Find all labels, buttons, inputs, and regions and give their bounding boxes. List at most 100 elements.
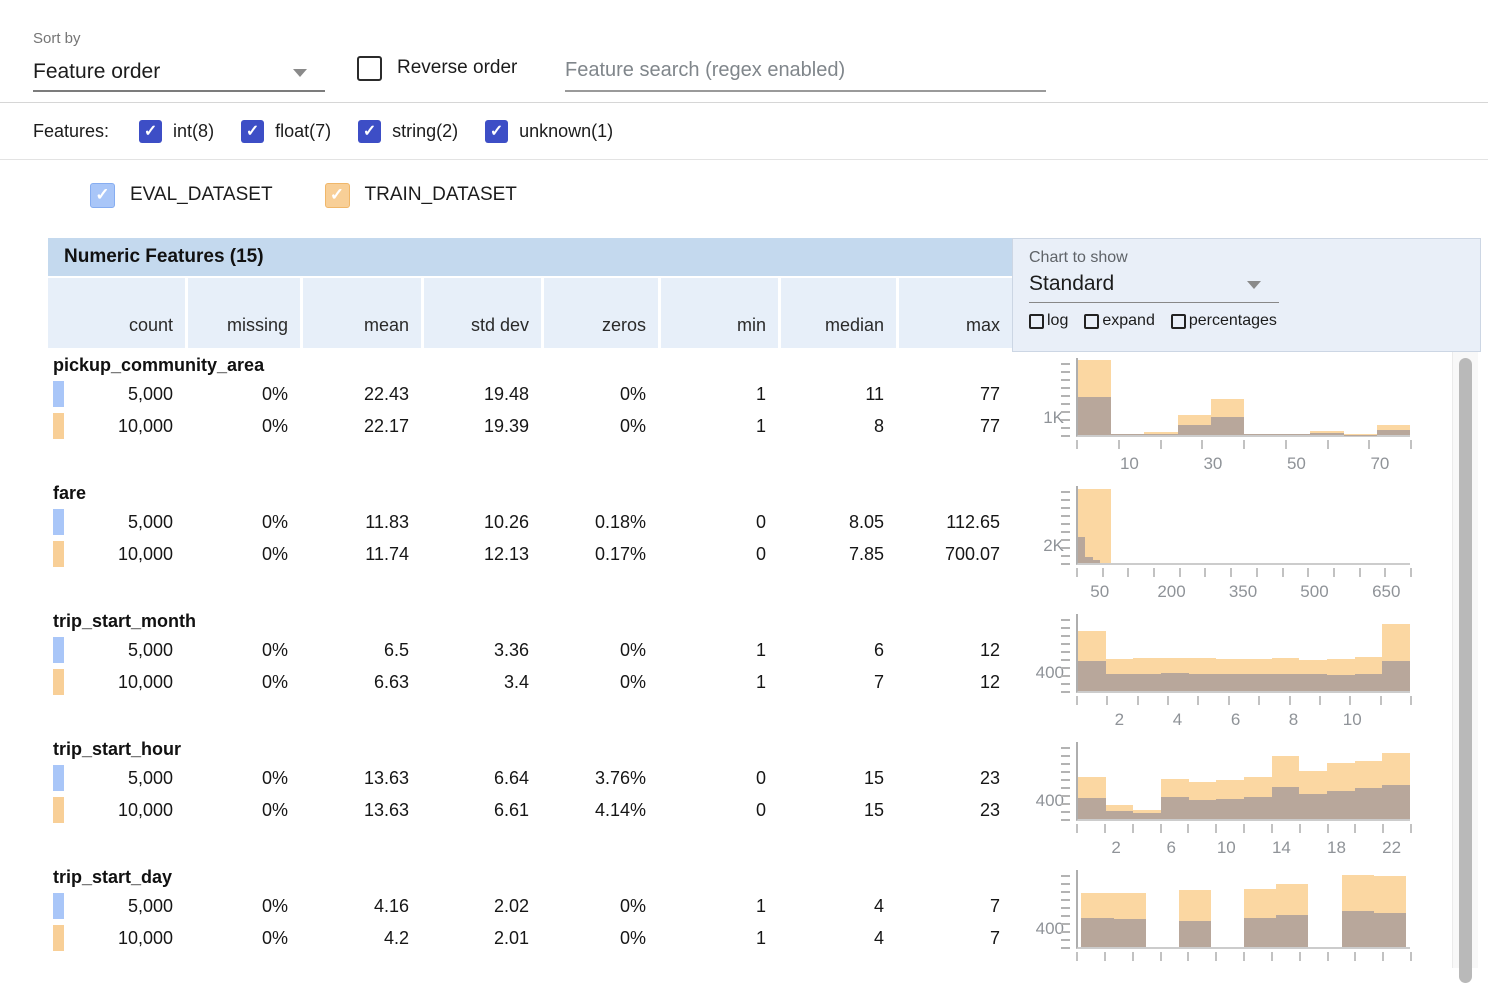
x-tick-label: 70: [1370, 454, 1389, 474]
feature-type-filterbar: Features: ✓ int(8) ✓ float(7) ✓ string(2…: [0, 103, 1488, 160]
stat-cell: 112.65: [896, 506, 1012, 538]
sort-by-dropdown[interactable]: Feature order: [33, 56, 325, 92]
stat-cell: 10,000: [48, 410, 185, 442]
histogram-bar-eval: [1216, 674, 1244, 691]
stat-cell: 4.14%: [541, 794, 658, 826]
stat-cell: 23: [896, 762, 1012, 794]
x-tick: [1215, 952, 1217, 961]
stat-cell: 10.26: [421, 506, 541, 538]
stat-cell: 5,000: [48, 890, 185, 922]
stat-cell: 700.07: [896, 538, 1012, 570]
x-tick: [1359, 568, 1361, 577]
x-tick: [1204, 568, 1206, 577]
vertical-scrollbar-thumb[interactable]: [1459, 358, 1472, 983]
feature-block: pickup_community_area 5,0000%22.4319.480…: [48, 352, 1452, 480]
stat-cell: 3.36: [421, 634, 541, 666]
table-row-eval: 5,0000%6.53.360%1612: [48, 634, 1012, 666]
x-tick: [1410, 568, 1412, 577]
train-dataset-marker: [53, 797, 64, 823]
column-header-row: countmissingmeanstd devzerosminmedianmax: [48, 278, 1012, 348]
feature-stats: fare 5,0000%11.8310.260.18%08.05112.65 1…: [48, 480, 1012, 608]
feature-histogram: 1K 10305070: [1012, 352, 1452, 480]
column-header: std dev: [421, 278, 541, 348]
train-dataset-marker: [53, 541, 64, 567]
eval-dataset-toggle[interactable]: ✓ EVAL_DATASET: [90, 183, 273, 208]
histogram-bar-eval: [1327, 791, 1355, 819]
stat-cell: 4: [778, 922, 896, 954]
toolbar: Sort by Feature order Reverse order: [0, 0, 1488, 103]
histogram-bar-eval: [1382, 785, 1410, 819]
x-tick: [1160, 440, 1162, 449]
histogram-bar-eval: [1377, 430, 1410, 435]
column-header: zeros: [541, 278, 658, 348]
log-checkbox[interactable]: [1029, 314, 1044, 329]
float-checkbox[interactable]: ✓: [241, 120, 264, 143]
string-checkbox[interactable]: ✓: [358, 120, 381, 143]
chart-type-dropdown[interactable]: Standard: [1029, 269, 1279, 303]
table-row-train: 10,0000%6.633.40%1712: [48, 666, 1012, 698]
unknown-checkbox[interactable]: ✓: [485, 120, 508, 143]
sort-by-label: Sort by: [33, 30, 81, 47]
x-tick: [1384, 568, 1386, 577]
table-title: Numeric Features (15): [64, 246, 264, 268]
log-option[interactable]: log: [1029, 312, 1068, 330]
x-tick: [1104, 824, 1106, 833]
feature-histogram: 400 2610141822: [1012, 736, 1452, 864]
stat-cell: 4.2: [300, 922, 421, 954]
histogram-bar-eval: [1133, 813, 1161, 819]
percentages-option[interactable]: percentages: [1171, 312, 1277, 330]
x-tick-label: 30: [1203, 454, 1222, 474]
stat-cell: 7: [896, 890, 1012, 922]
histogram-bar-eval: [1078, 537, 1085, 563]
y-axis-label: 400: [1012, 790, 1064, 812]
x-tick: [1106, 696, 1108, 705]
eval-dataset-marker: [53, 765, 64, 791]
stat-cell: 11: [778, 378, 896, 410]
train-dataset-toggle[interactable]: ✓ TRAIN_DATASET: [325, 183, 517, 208]
x-tick: [1271, 952, 1273, 961]
x-tick: [1243, 952, 1245, 961]
histogram-bar-eval: [1277, 434, 1310, 435]
vertical-scrollbar-track[interactable]: [1452, 352, 1478, 968]
expand-checkbox[interactable]: [1084, 314, 1099, 329]
reverse-order-checkbox[interactable]: [357, 56, 382, 81]
feature-stats: pickup_community_area 5,0000%22.4319.480…: [48, 352, 1012, 480]
table-row-eval: 5,0000%4.162.020%147: [48, 890, 1012, 922]
feature-name: trip_start_month: [48, 608, 1012, 634]
int-checkbox[interactable]: ✓: [139, 120, 162, 143]
x-tick-label: 50: [1090, 582, 1109, 602]
train-dataset-marker: [53, 413, 64, 439]
filter-float[interactable]: ✓ float(7): [241, 120, 331, 143]
x-tick: [1187, 824, 1189, 833]
table-title-band: Numeric Features (15): [48, 238, 1012, 278]
histogram-bar-eval: [1189, 800, 1217, 819]
stat-cell: 5,000: [48, 378, 185, 410]
x-tick: [1104, 952, 1106, 961]
stat-cell: 0%: [541, 890, 658, 922]
stat-cell: 12.13: [421, 538, 541, 570]
stat-cell: 0.18%: [541, 506, 658, 538]
dataset-togglebar: ✓ EVAL_DATASET ✓ TRAIN_DATASET: [0, 160, 1488, 230]
filter-unknown[interactable]: ✓ unknown(1): [485, 120, 613, 143]
histogram-bar-eval: [1114, 919, 1146, 947]
train-dataset-checkbox[interactable]: ✓: [325, 183, 350, 208]
histogram-bar-eval: [1179, 921, 1211, 947]
x-tick: [1368, 440, 1370, 449]
stat-cell: 22.17: [300, 410, 421, 442]
y-axis-ticks: [1061, 870, 1070, 949]
x-tick: [1349, 696, 1351, 705]
table-row-train: 10,0000%22.1719.390%1877: [48, 410, 1012, 442]
histogram-bar-eval: [1216, 799, 1244, 819]
stat-cell: 0%: [541, 666, 658, 698]
histogram-bar-eval: [1272, 674, 1300, 691]
expand-option[interactable]: expand: [1084, 312, 1155, 330]
eval-dataset-marker: [53, 893, 64, 919]
eval-dataset-checkbox[interactable]: ✓: [90, 183, 115, 208]
x-tick: [1160, 824, 1162, 833]
feature-search-input[interactable]: [565, 50, 1046, 92]
x-tick: [1354, 952, 1356, 961]
stat-cell: 0: [658, 762, 778, 794]
filter-int[interactable]: ✓ int(8): [139, 120, 214, 143]
filter-string[interactable]: ✓ string(2): [358, 120, 458, 143]
percentages-checkbox[interactable]: [1171, 314, 1186, 329]
